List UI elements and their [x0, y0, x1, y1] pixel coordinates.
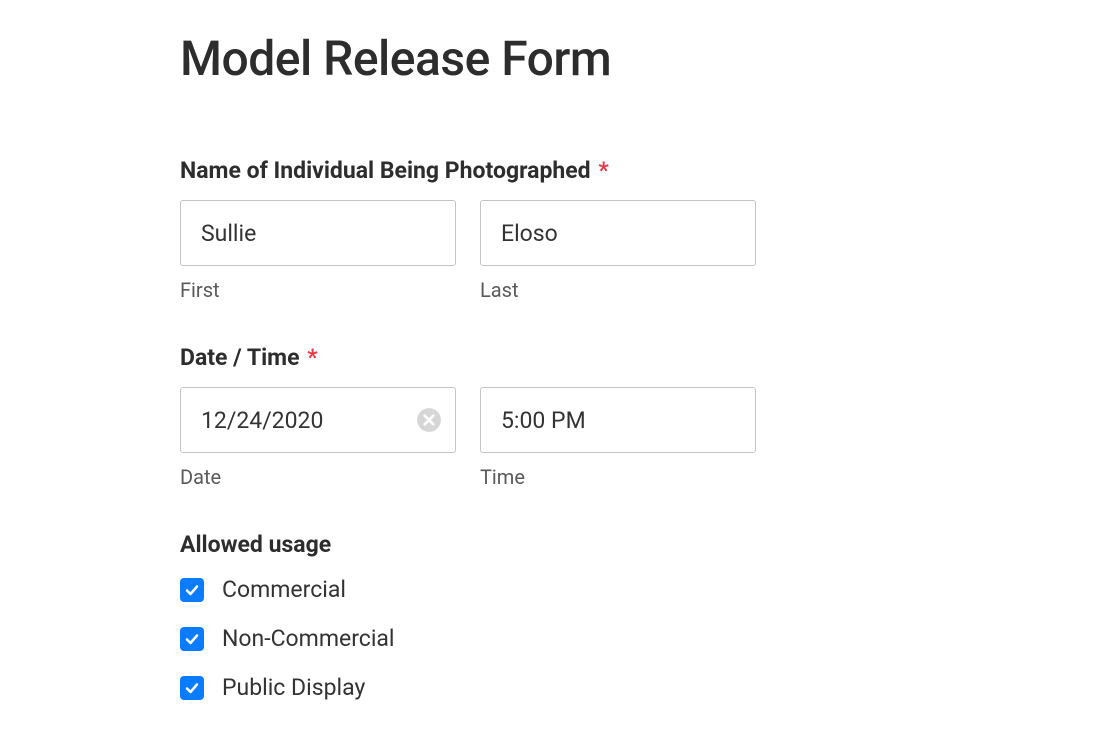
check-icon	[184, 680, 200, 696]
date-col: Date	[180, 387, 456, 489]
datetime-input-row: Date Time	[180, 387, 1116, 489]
required-asterisk: *	[598, 157, 608, 184]
check-icon	[184, 631, 200, 647]
first-name-col: First	[180, 200, 456, 302]
time-col: Time	[480, 387, 756, 489]
name-input-row: First Last	[180, 200, 1116, 302]
datetime-field-group: Date / Time * Date Time	[180, 344, 1116, 489]
usage-field-group: Allowed usage Commercial Non-Commercial …	[180, 531, 1116, 701]
usage-label: Allowed usage	[180, 531, 1116, 558]
checkbox-row-public-display: Public Display	[180, 674, 1116, 701]
last-name-input[interactable]	[480, 200, 756, 266]
check-icon	[184, 582, 200, 598]
checkbox-row-commercial: Commercial	[180, 576, 1116, 603]
clear-date-icon[interactable]	[416, 407, 442, 433]
last-name-sublabel: Last	[480, 278, 756, 302]
last-name-col: Last	[480, 200, 756, 302]
date-input[interactable]	[180, 387, 456, 453]
date-input-wrapper	[180, 387, 456, 453]
datetime-label: Date / Time *	[180, 344, 1116, 371]
time-sublabel: Time	[480, 465, 756, 489]
checkbox-label-commercial[interactable]: Commercial	[222, 576, 346, 603]
name-label: Name of Individual Being Photographed *	[180, 157, 1116, 184]
checkbox-commercial[interactable]	[180, 578, 204, 602]
checkbox-label-public-display[interactable]: Public Display	[222, 674, 365, 701]
checkbox-row-non-commercial: Non-Commercial	[180, 625, 1116, 652]
name-field-group: Name of Individual Being Photographed * …	[180, 157, 1116, 302]
checkbox-public-display[interactable]	[180, 676, 204, 700]
name-label-text: Name of Individual Being Photographed	[180, 157, 591, 184]
date-sublabel: Date	[180, 465, 456, 489]
required-asterisk: *	[307, 344, 317, 371]
first-name-input[interactable]	[180, 200, 456, 266]
checkbox-label-non-commercial[interactable]: Non-Commercial	[222, 625, 395, 652]
checkbox-list: Commercial Non-Commercial Public Display	[180, 576, 1116, 701]
datetime-label-text: Date / Time	[180, 344, 300, 371]
page-title: Model Release Form	[180, 30, 1116, 87]
time-input[interactable]	[480, 387, 756, 453]
checkbox-non-commercial[interactable]	[180, 627, 204, 651]
first-name-sublabel: First	[180, 278, 456, 302]
